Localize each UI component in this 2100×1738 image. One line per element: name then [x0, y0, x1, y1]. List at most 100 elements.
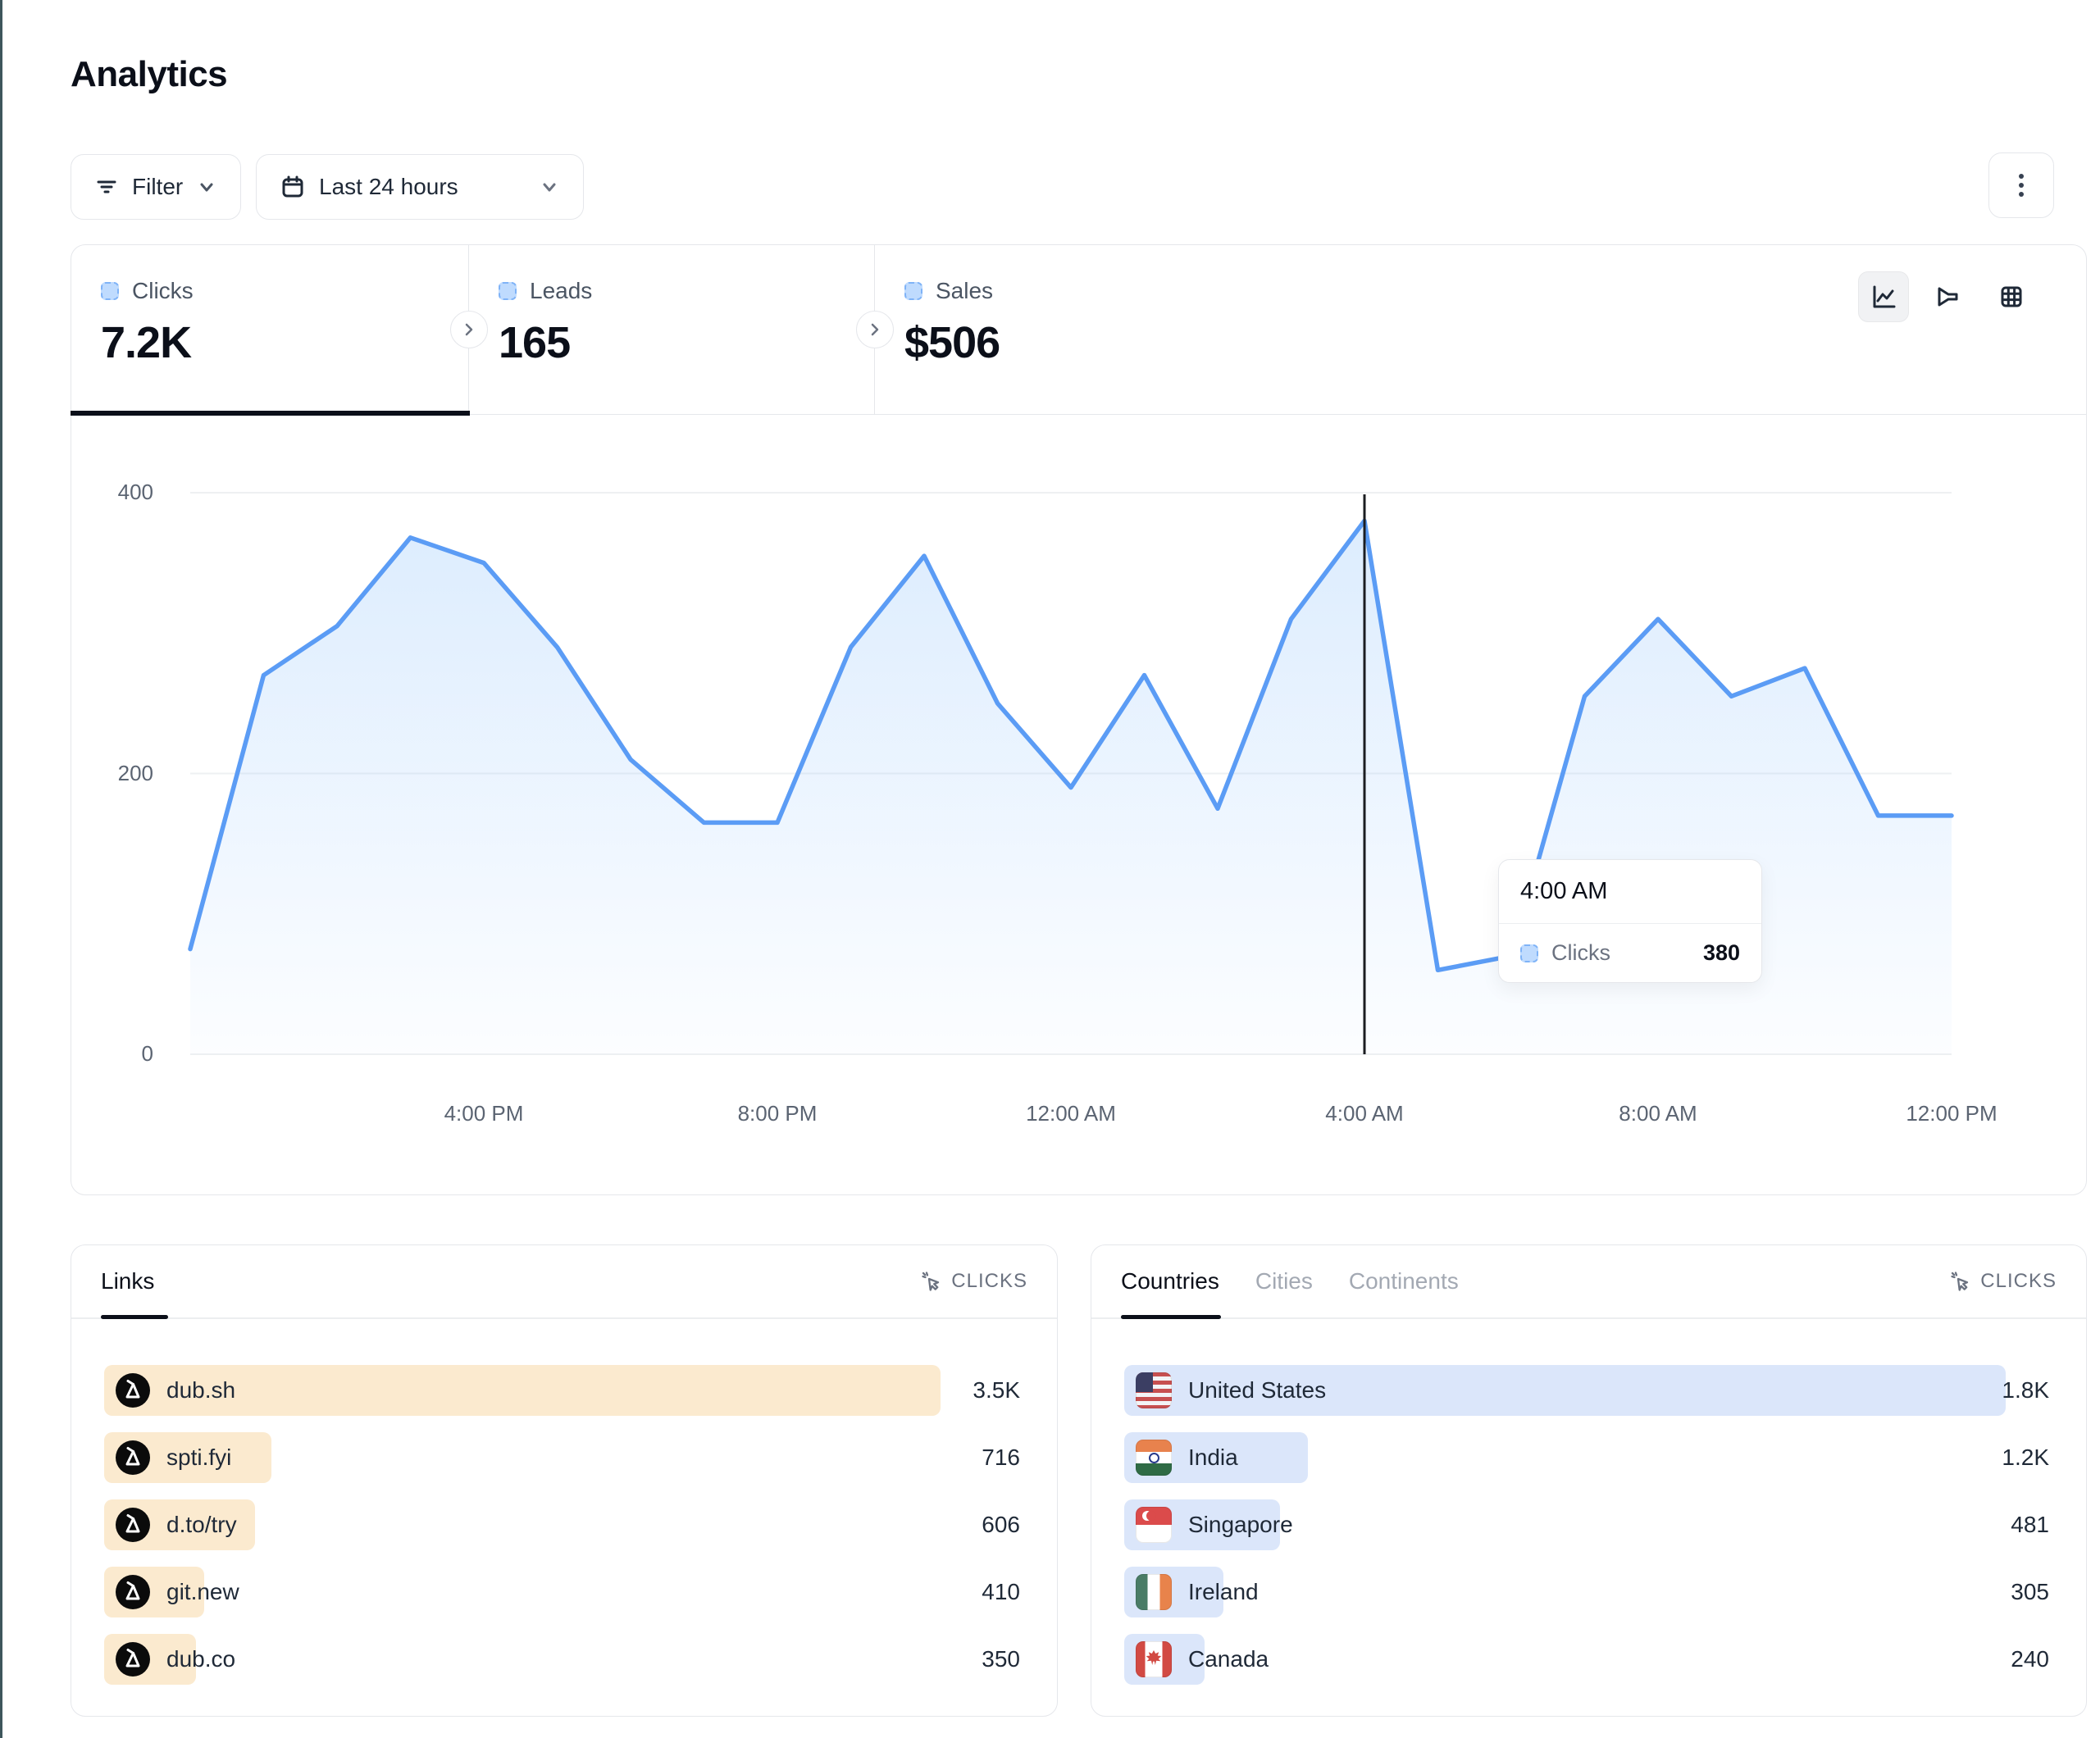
y-axis-tick: 200: [88, 761, 153, 786]
line-chart-view-button[interactable]: [1858, 271, 1909, 322]
row-label: dub.co: [166, 1646, 235, 1672]
ca-flag-icon: [1136, 1641, 1172, 1677]
calendar-icon: [280, 174, 306, 200]
tab-countries[interactable]: Countries: [1121, 1268, 1219, 1294]
stat-value: 7.2K: [101, 317, 468, 368]
country-row[interactable]: Canada 240: [1124, 1634, 2053, 1685]
row-value: 350: [982, 1646, 1024, 1672]
dub-logo-icon: [116, 1440, 150, 1475]
row-value: 305: [2011, 1579, 2053, 1605]
tooltip-time: 4:00 AM: [1499, 860, 1761, 924]
stat-label: Clicks: [132, 278, 194, 304]
clicks-legend-swatch: [101, 282, 119, 300]
row-value: 1.2K: [2002, 1445, 2053, 1471]
cursor-click-icon: [920, 1270, 943, 1293]
x-axis-tick: 4:00 AM: [1325, 1101, 1403, 1126]
links-panel: Links CLICKS dub.sh 3.5K spti.fyi 716 d.to/t…: [71, 1244, 1058, 1717]
stat-value: $506: [904, 317, 1318, 368]
countries-panel-header: Countries Cities Continents CLICKS: [1091, 1245, 2086, 1319]
page-title: Analytics: [71, 54, 227, 95]
link-row[interactable]: spti.fyi 716: [104, 1432, 1024, 1483]
x-axis-tick: 12:00 AM: [1026, 1101, 1116, 1126]
tab-continents[interactable]: Continents: [1349, 1268, 1459, 1294]
funnel-icon: [1934, 283, 1961, 311]
row-value: 481: [2011, 1512, 2053, 1538]
row-label: d.to/try: [166, 1512, 237, 1538]
country-row[interactable]: Singapore 481: [1124, 1499, 2053, 1550]
funnel-view-button[interactable]: [1922, 271, 1973, 322]
in-flag-icon: [1136, 1440, 1172, 1476]
row-label: Canada: [1188, 1646, 1269, 1672]
row-label: spti.fyi: [166, 1445, 231, 1471]
expand-leads-chip[interactable]: [856, 311, 894, 348]
sales-legend-swatch: [904, 282, 922, 300]
row-label: dub.sh: [166, 1377, 235, 1404]
dub-logo-icon: [116, 1575, 150, 1609]
row-value: 1.8K: [2002, 1377, 2053, 1404]
countries-metric-selector[interactable]: CLICKS: [1949, 1270, 2057, 1293]
tab-links[interactable]: Links: [101, 1268, 154, 1294]
x-axis-tick: 8:00 PM: [738, 1101, 818, 1126]
link-row[interactable]: dub.co 350: [104, 1634, 1024, 1685]
y-axis-tick: 400: [88, 480, 153, 505]
row-label: git.new: [166, 1579, 239, 1605]
chart-view-switcher: [1858, 271, 2037, 322]
row-label: Singapore: [1188, 1512, 1293, 1538]
row-label: United States: [1188, 1377, 1326, 1404]
countries-tab-underline: [1121, 1315, 1221, 1319]
stat-tab-leads[interactable]: Leads 165: [469, 245, 875, 414]
chevron-down-icon: [539, 176, 560, 198]
more-options-button[interactable]: [1988, 152, 2054, 218]
cursor-click-icon: [1949, 1270, 1972, 1293]
country-row[interactable]: Ireland 305: [1124, 1567, 2053, 1617]
row-value: 240: [2011, 1646, 2053, 1672]
row-label: India: [1188, 1445, 1238, 1471]
country-row[interactable]: India 1.2K: [1124, 1432, 2053, 1483]
row-value: 716: [982, 1445, 1024, 1471]
metric-label: CLICKS: [1980, 1270, 2057, 1293]
tooltip-value: 380: [1703, 940, 1740, 966]
links-tab-underline: [101, 1315, 168, 1319]
y-axis-tick: 0: [88, 1041, 153, 1067]
stat-value: 165: [499, 317, 874, 368]
metric-label: CLICKS: [951, 1270, 1027, 1293]
us-flag-icon: [1136, 1372, 1172, 1408]
dub-logo-icon: [116, 1508, 150, 1542]
stat-label: Sales: [936, 278, 993, 304]
link-row[interactable]: git.new 410: [104, 1567, 1024, 1617]
table-view-button[interactable]: [1986, 271, 2037, 322]
tab-cities[interactable]: Cities: [1255, 1268, 1313, 1294]
grid-icon: [1998, 283, 2025, 311]
dub-logo-icon: [116, 1373, 150, 1408]
row-value: 3.5K: [973, 1377, 1024, 1404]
date-range-label: Last 24 hours: [319, 174, 458, 200]
clicks-time-series-chart[interactable]: 400 200 0 4:00 PM8:00 PM12:00 AM4:00 AM8…: [190, 493, 1952, 1054]
analytics-card: Clicks 7.2K Leads 165 Sales $506: [71, 244, 2087, 1195]
x-axis-tick: 12:00 PM: [1906, 1101, 1997, 1126]
filter-button-label: Filter: [132, 174, 183, 200]
chevron-right-icon: [867, 321, 883, 338]
stat-tab-clicks[interactable]: Clicks 7.2K: [71, 245, 469, 414]
link-row[interactable]: dub.sh 3.5K: [104, 1365, 1024, 1416]
kebab-icon: [2009, 171, 2034, 199]
leads-legend-swatch: [499, 282, 517, 300]
tooltip-series-label: Clicks: [1551, 940, 1610, 966]
stat-tab-sales[interactable]: Sales $506: [875, 245, 1318, 414]
chart-tooltip: 4:00 AM Clicks 380: [1498, 859, 1762, 983]
expand-clicks-chip[interactable]: [450, 311, 488, 348]
links-metric-selector[interactable]: CLICKS: [920, 1270, 1027, 1293]
x-axis-tick: 4:00 PM: [444, 1101, 524, 1126]
stat-label: Leads: [530, 278, 592, 304]
filter-button[interactable]: Filter: [71, 154, 241, 220]
filter-icon: [94, 175, 119, 199]
date-range-button[interactable]: Last 24 hours: [256, 154, 584, 220]
row-label: Ireland: [1188, 1579, 1259, 1605]
stats-row: Clicks 7.2K Leads 165 Sales $506: [71, 245, 2086, 415]
ie-flag-icon: [1136, 1574, 1172, 1610]
link-row[interactable]: d.to/try606: [104, 1499, 1024, 1550]
chart-line-icon: [1870, 283, 1897, 311]
active-stat-underline: [71, 411, 470, 416]
window-edge-accent: [0, 0, 2, 1738]
row-value: 410: [982, 1579, 1024, 1605]
country-row[interactable]: United States 1.8K: [1124, 1365, 2053, 1416]
